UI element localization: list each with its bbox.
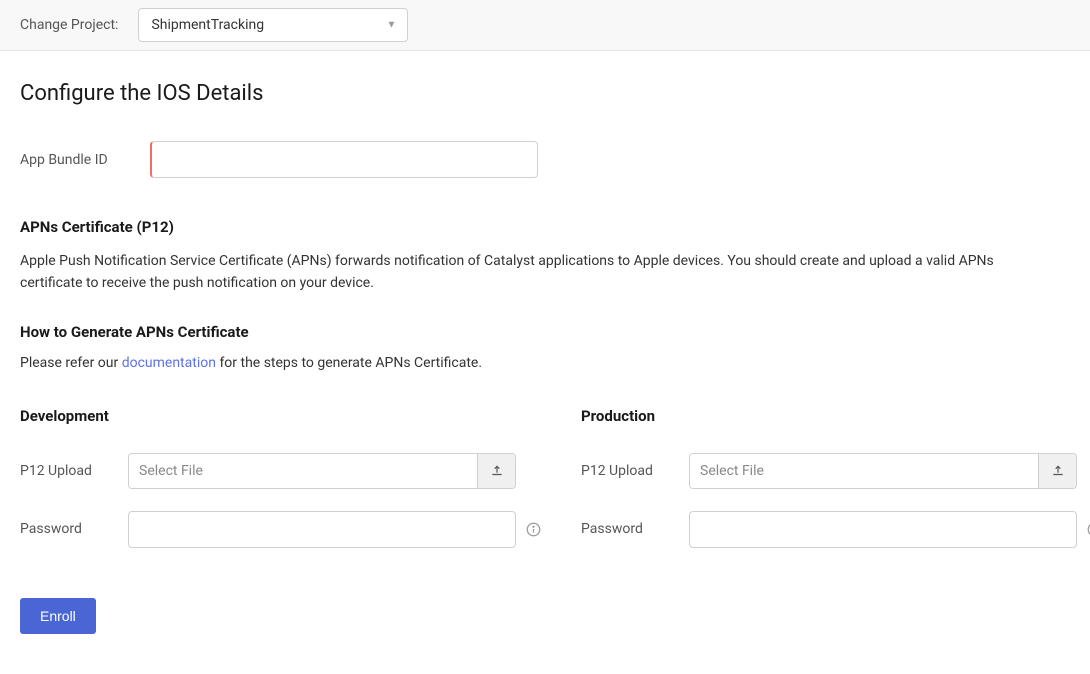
change-project-label: Change Project:: [20, 17, 118, 33]
howto-heading: How to Generate APNs Certificate: [20, 323, 1070, 341]
development-file-picker[interactable]: Select File: [128, 453, 516, 489]
development-column: Development P12 Upload Select File Passw: [20, 407, 541, 548]
production-heading: Production: [581, 407, 1090, 425]
development-upload-row: P12 Upload Select File: [20, 453, 541, 489]
content: Configure the IOS Details App Bundle ID …: [0, 51, 1090, 674]
production-column: Production P12 Upload Select File Passwo: [581, 407, 1090, 548]
production-upload-row: P12 Upload Select File: [581, 453, 1090, 489]
development-password-label: Password: [20, 521, 128, 537]
production-file-placeholder: Select File: [690, 454, 1038, 488]
apns-description: Apple Push Notification Service Certific…: [20, 250, 1000, 295]
project-select-value[interactable]: ShipmentTracking: [138, 8, 408, 42]
development-upload-label: P12 Upload: [20, 463, 128, 479]
production-upload-label: P12 Upload: [581, 463, 689, 479]
bundle-id-input[interactable]: [150, 141, 538, 178]
development-password-input[interactable]: [128, 511, 516, 548]
upload-icon[interactable]: [477, 454, 515, 488]
page-title: Configure the IOS Details: [20, 81, 1070, 106]
apns-heading: APNs Certificate (P12): [20, 218, 1070, 236]
development-file-placeholder: Select File: [129, 454, 477, 488]
production-file-picker[interactable]: Select File: [689, 453, 1077, 489]
development-heading: Development: [20, 407, 541, 425]
bundle-id-row: App Bundle ID: [20, 141, 1070, 178]
enroll-button[interactable]: Enroll: [20, 598, 96, 634]
production-password-label: Password: [581, 521, 689, 537]
howto-description: Please refer our documentation for the s…: [20, 355, 1070, 371]
development-password-row: Password: [20, 511, 541, 548]
info-icon[interactable]: [526, 522, 541, 537]
documentation-link[interactable]: documentation: [122, 355, 216, 371]
howto-suffix: for the steps to generate APNs Certifica…: [216, 355, 482, 371]
project-select[interactable]: ShipmentTracking ▼: [138, 8, 408, 42]
upload-icon[interactable]: [1038, 454, 1076, 488]
production-password-row: Password: [581, 511, 1090, 548]
howto-prefix: Please refer our: [20, 355, 122, 371]
topbar: Change Project: ShipmentTracking ▼: [0, 0, 1090, 51]
cert-columns: Development P12 Upload Select File Passw: [20, 407, 1070, 548]
production-password-input[interactable]: [689, 511, 1077, 548]
bundle-id-label: App Bundle ID: [20, 152, 150, 168]
